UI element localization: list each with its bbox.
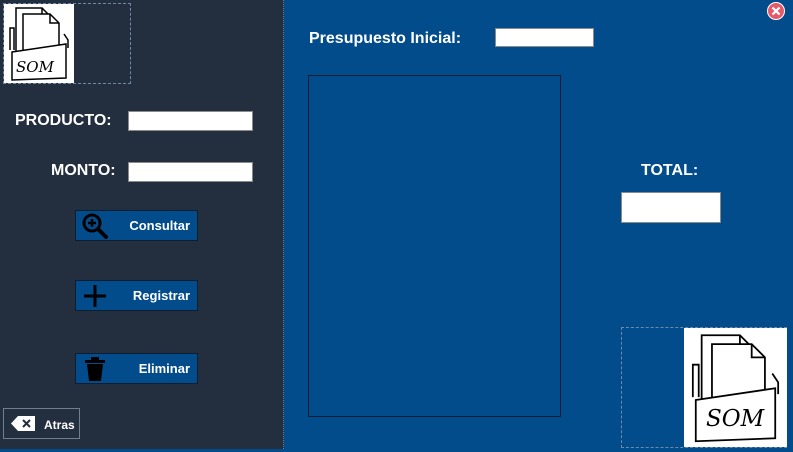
eliminar-button[interactable]: Eliminar	[75, 353, 198, 384]
producto-input[interactable]	[128, 111, 253, 131]
registrar-label: Registrar	[132, 288, 190, 303]
registrar-button[interactable]: Registrar	[75, 280, 198, 311]
som-logo-large: SOM	[684, 328, 787, 447]
monto-input[interactable]	[128, 162, 253, 182]
total-label: TOTAL:	[641, 162, 699, 179]
close-button[interactable]	[767, 2, 785, 20]
sidebar: SOM PRODUCTO: MONTO: Consultar Registrar…	[0, 0, 284, 449]
zoom-in-icon	[82, 213, 108, 239]
presupuesto-label: Presupuesto Inicial:	[309, 30, 462, 47]
logo-text: SOM	[16, 58, 54, 76]
total-field	[621, 192, 721, 223]
eliminar-label: Eliminar	[138, 361, 190, 376]
plus-icon	[84, 285, 106, 307]
logo-frame: SOM	[3, 3, 131, 84]
consultar-label: Consultar	[129, 218, 190, 233]
presupuesto-input[interactable]	[495, 28, 594, 47]
som-logo: SOM	[4, 4, 74, 83]
backspace-icon	[11, 416, 35, 431]
consultar-button[interactable]: Consultar	[75, 210, 198, 241]
close-icon	[771, 6, 781, 16]
monto-label: MONTO:	[51, 162, 116, 179]
atras-label: Atras	[44, 418, 75, 432]
producto-label: PRODUCTO:	[15, 112, 112, 129]
items-list[interactable]	[308, 75, 561, 417]
logo-frame-main: SOM	[621, 327, 787, 448]
logo-large-text: SOM	[706, 406, 765, 432]
atras-button[interactable]: Atras	[3, 408, 80, 439]
trash-icon	[85, 357, 105, 381]
